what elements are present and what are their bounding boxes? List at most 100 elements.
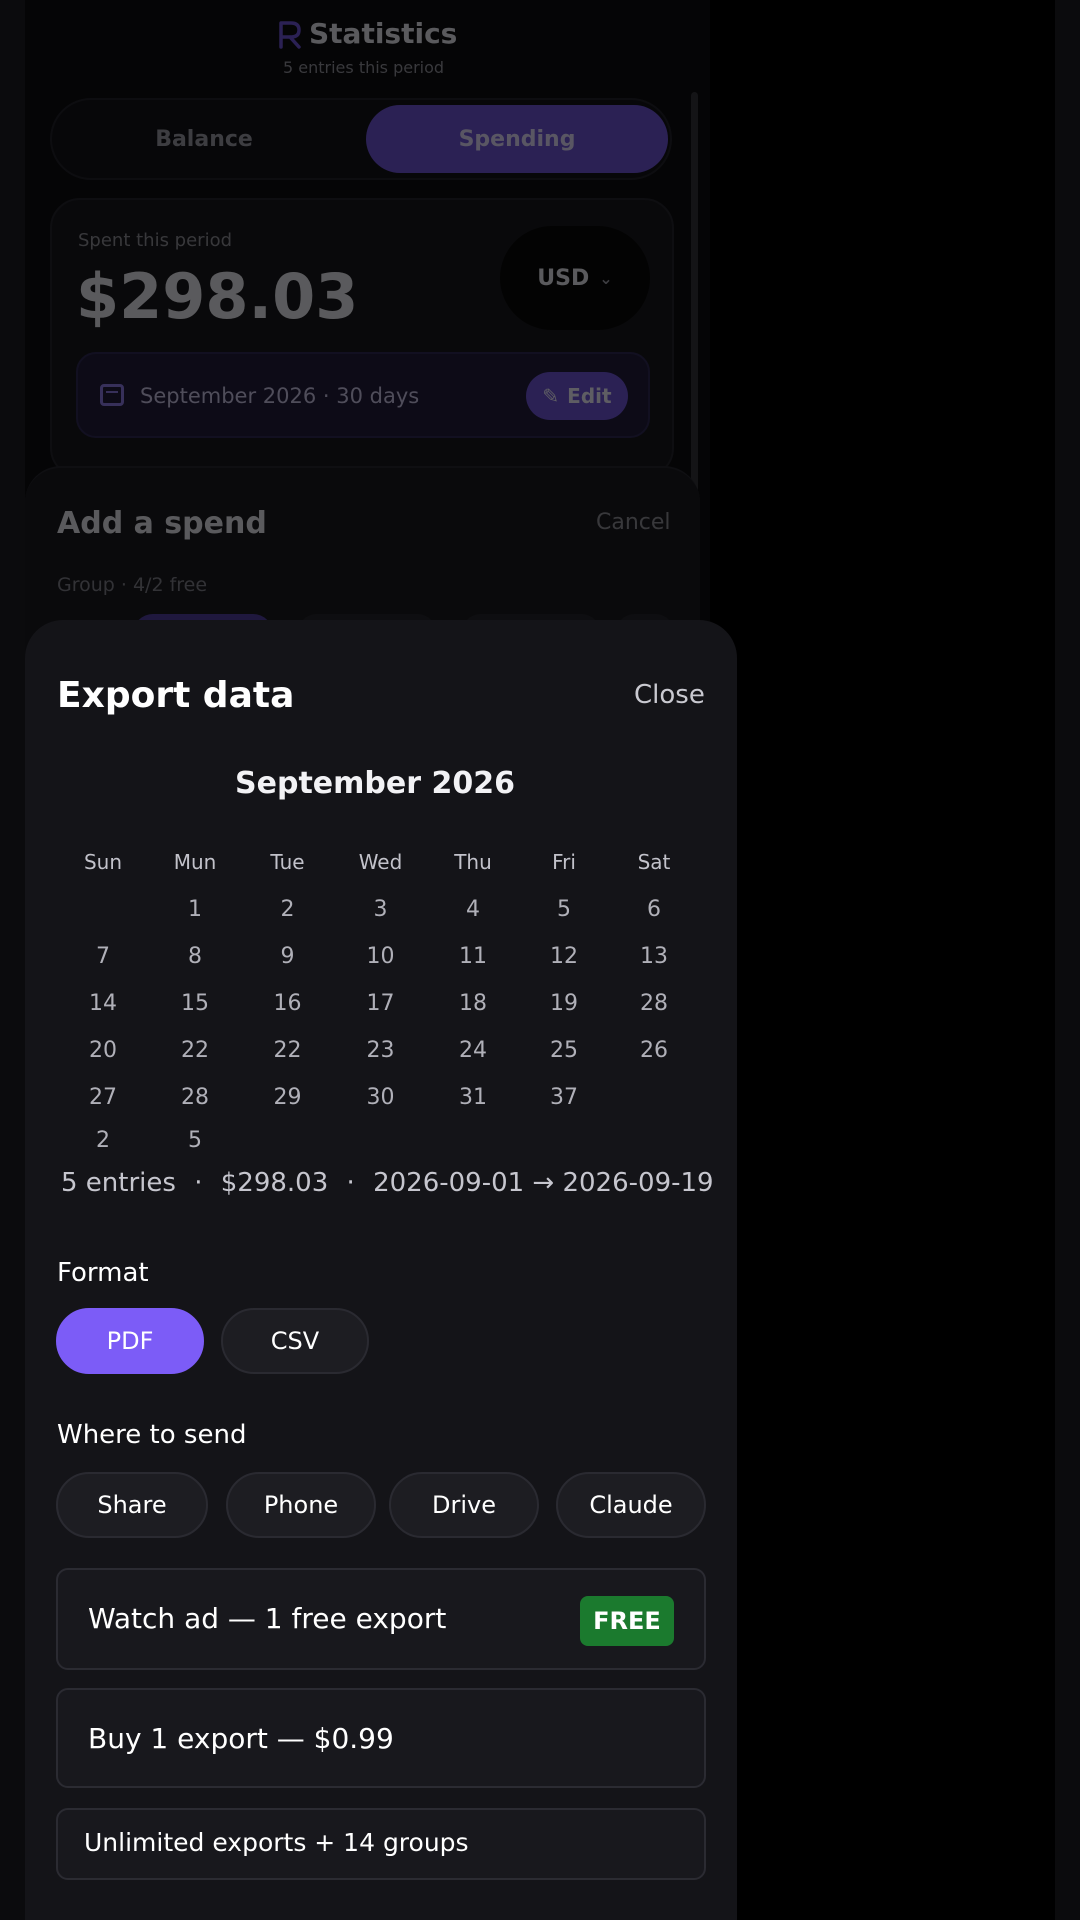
tab-spending[interactable]: Spending (366, 105, 668, 173)
calendar-day[interactable]: 5 (149, 1121, 241, 1161)
calendar-day[interactable]: 37 (519, 1074, 609, 1121)
calendar-day[interactable]: 20 (57, 1027, 149, 1074)
send-claude-button[interactable]: Claude (556, 1472, 706, 1538)
calendar-day[interactable]: 1 (149, 886, 241, 933)
pencil-icon: ✎ (542, 384, 560, 408)
export-summary: 5 entries · $298.03 · 2026-09-01 → 2026-… (61, 1168, 714, 1198)
amount-summary: $298.03 (220, 1168, 329, 1198)
calendar-day[interactable]: 22 (149, 1027, 241, 1074)
calendar-week: 14 15 16 17 18 19 28 (57, 980, 705, 1027)
calendar-day[interactable]: 6 (609, 886, 699, 933)
calendar-week: 27 28 29 30 31 37 (57, 1074, 705, 1121)
format-csv-button[interactable]: CSV (221, 1308, 369, 1374)
currency-value: USD (537, 265, 590, 291)
spending-summary-card: Spent this period $298.03 USD ⌄ Septembe… (50, 198, 674, 478)
calendar-week: 20 22 22 23 24 25 26 (57, 1027, 705, 1074)
calendar-day[interactable]: 14 (57, 980, 149, 1027)
calendar-day[interactable]: 13 (609, 933, 699, 980)
spent-amount: $298.03 (76, 260, 359, 333)
calendar-day[interactable]: 23 (334, 1027, 427, 1074)
calendar-day[interactable]: 8 (149, 933, 241, 980)
calendar-day[interactable]: 31 (427, 1074, 519, 1121)
edit-label: Edit (567, 384, 612, 408)
where-to-send-label: Where to send (57, 1420, 247, 1450)
summary-separator: · (346, 1168, 355, 1198)
app-logo-icon (279, 21, 301, 49)
calendar-day[interactable] (57, 886, 149, 933)
weekday-label: Tue (270, 850, 305, 874)
weekday-label: Thu (454, 850, 492, 874)
format-label: Format (57, 1258, 149, 1288)
calendar-day[interactable]: 4 (427, 886, 519, 933)
weekday-label: Wed (358, 850, 403, 874)
currency-selector[interactable]: USD ⌄ (500, 226, 650, 330)
calendar-day[interactable] (427, 1121, 519, 1161)
calendar-week: 7 8 9 10 11 12 13 (57, 933, 705, 980)
right-edge (1055, 0, 1080, 1920)
summary-separator: · (194, 1168, 203, 1198)
calendar-day[interactable]: 28 (149, 1074, 241, 1121)
group-label: Group · 4/2 free (57, 574, 208, 596)
calendar-day[interactable]: 15 (149, 980, 241, 1027)
calendar-day[interactable] (519, 1121, 609, 1161)
calendar-day[interactable] (241, 1121, 334, 1161)
weekday-label: Fri (552, 850, 576, 874)
calendar-day[interactable]: 22 (241, 1027, 334, 1074)
cancel-button[interactable]: Cancel (596, 510, 671, 535)
calendar-day[interactable]: 2 (241, 886, 334, 933)
calendar-day[interactable]: 16 (241, 980, 334, 1027)
calendar-day[interactable] (609, 1121, 699, 1161)
scrollbar[interactable] (691, 92, 698, 492)
period-text: September 2026 · 30 days (140, 384, 420, 408)
spent-label: Spent this period (78, 230, 233, 251)
buy-one-export-option[interactable]: Buy 1 export — $0.99 (56, 1688, 706, 1788)
tab-balance[interactable]: Balance (58, 105, 350, 173)
watch-ad-label: Watch ad — 1 free export (88, 1602, 447, 1635)
calendar-week: 1 2 3 4 5 6 (57, 886, 705, 933)
calendar-day[interactable]: 9 (241, 933, 334, 980)
calendar-day[interactable]: 18 (427, 980, 519, 1027)
weekday-header: Sun Mun Tue Wed Thu Fri Sat (57, 838, 705, 886)
calendar-day[interactable]: 2 (57, 1121, 149, 1161)
calendar-day[interactable]: 10 (334, 933, 427, 980)
weekday-label: Mun (173, 850, 217, 874)
calendar-day[interactable]: 30 (334, 1074, 427, 1121)
edit-period-button[interactable]: ✎ Edit (526, 372, 628, 420)
calendar-day[interactable] (334, 1121, 427, 1161)
entries-summary: 5 entries (61, 1168, 176, 1198)
calendar-day[interactable]: 17 (334, 980, 427, 1027)
export-data-sheet: Export data Close September 2026 Sun Mun… (25, 620, 737, 1920)
format-pdf-button[interactable]: PDF (56, 1308, 204, 1374)
calendar-day[interactable]: 5 (519, 886, 609, 933)
calendar-day[interactable] (609, 1074, 699, 1121)
calendar-day[interactable]: 29 (241, 1074, 334, 1121)
calendar-day[interactable]: 7 (57, 933, 149, 980)
calendar-day[interactable]: 24 (427, 1027, 519, 1074)
calendar-day[interactable]: 12 (519, 933, 609, 980)
calendar-day[interactable]: 3 (334, 886, 427, 933)
free-badge: FREE (580, 1596, 674, 1646)
view-toggle: Balance Spending (50, 98, 672, 180)
watch-ad-option[interactable]: Watch ad — 1 free export FREE (56, 1568, 706, 1670)
close-button[interactable]: Close (634, 680, 705, 710)
chevron-down-icon: ⌄ (599, 268, 613, 288)
calendar-day[interactable]: 25 (519, 1027, 609, 1074)
unlimited-exports-option[interactable]: Unlimited exports + 14 groups (56, 1808, 706, 1880)
weekday-label: Sun (83, 850, 123, 874)
calendar-day[interactable]: 11 (427, 933, 519, 980)
calendar-day[interactable]: 26 (609, 1027, 699, 1074)
date-range-summary: 2026-09-01 → 2026-09-19 (373, 1168, 714, 1198)
add-spend-title: Add a spend (57, 506, 267, 541)
send-phone-button[interactable]: Phone (226, 1472, 376, 1538)
unlimited-exports-label: Unlimited exports + 14 groups (84, 1828, 469, 1857)
calendar-grid: Sun Mun Tue Wed Thu Fri Sat 1 2 3 4 5 6 … (57, 838, 705, 1161)
period-box: September 2026 · 30 days ✎ Edit (76, 352, 650, 438)
weekday-label: Sat (637, 850, 671, 874)
calendar-day[interactable]: 19 (519, 980, 609, 1027)
export-title: Export data (57, 675, 295, 716)
send-share-button[interactable]: Share (56, 1472, 208, 1538)
calendar-week: 2 5 (57, 1121, 705, 1161)
calendar-day[interactable]: 27 (57, 1074, 149, 1121)
send-drive-button[interactable]: Drive (389, 1472, 539, 1538)
calendar-day[interactable]: 28 (609, 980, 699, 1027)
